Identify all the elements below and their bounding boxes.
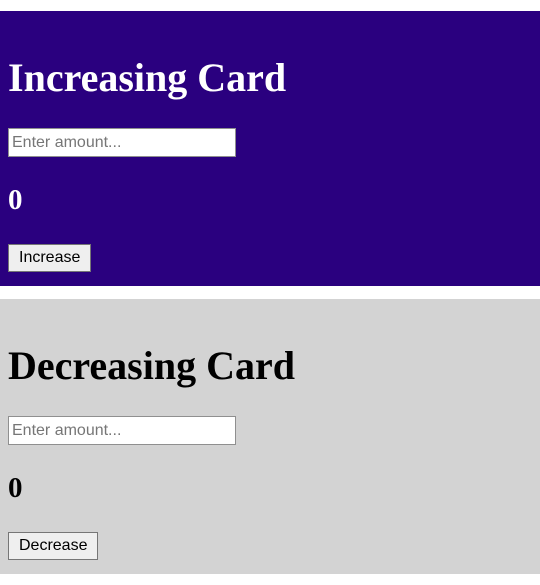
increasing-card-title: Increasing Card xyxy=(8,55,287,100)
decreasing-card-title: Decreasing Card xyxy=(8,343,295,388)
increasing-count-value: 0 xyxy=(8,184,23,216)
increasing-card: Increasing Card 0 Increase xyxy=(0,11,540,286)
increase-button[interactable]: Increase xyxy=(8,244,92,272)
decrease-button[interactable]: Decrease xyxy=(8,532,99,560)
decreasing-amount-input[interactable] xyxy=(8,416,236,445)
decreasing-count-value: 0 xyxy=(8,472,23,504)
increasing-amount-input[interactable] xyxy=(8,128,236,157)
decreasing-card: Decreasing Card 0 Decrease xyxy=(0,299,540,574)
